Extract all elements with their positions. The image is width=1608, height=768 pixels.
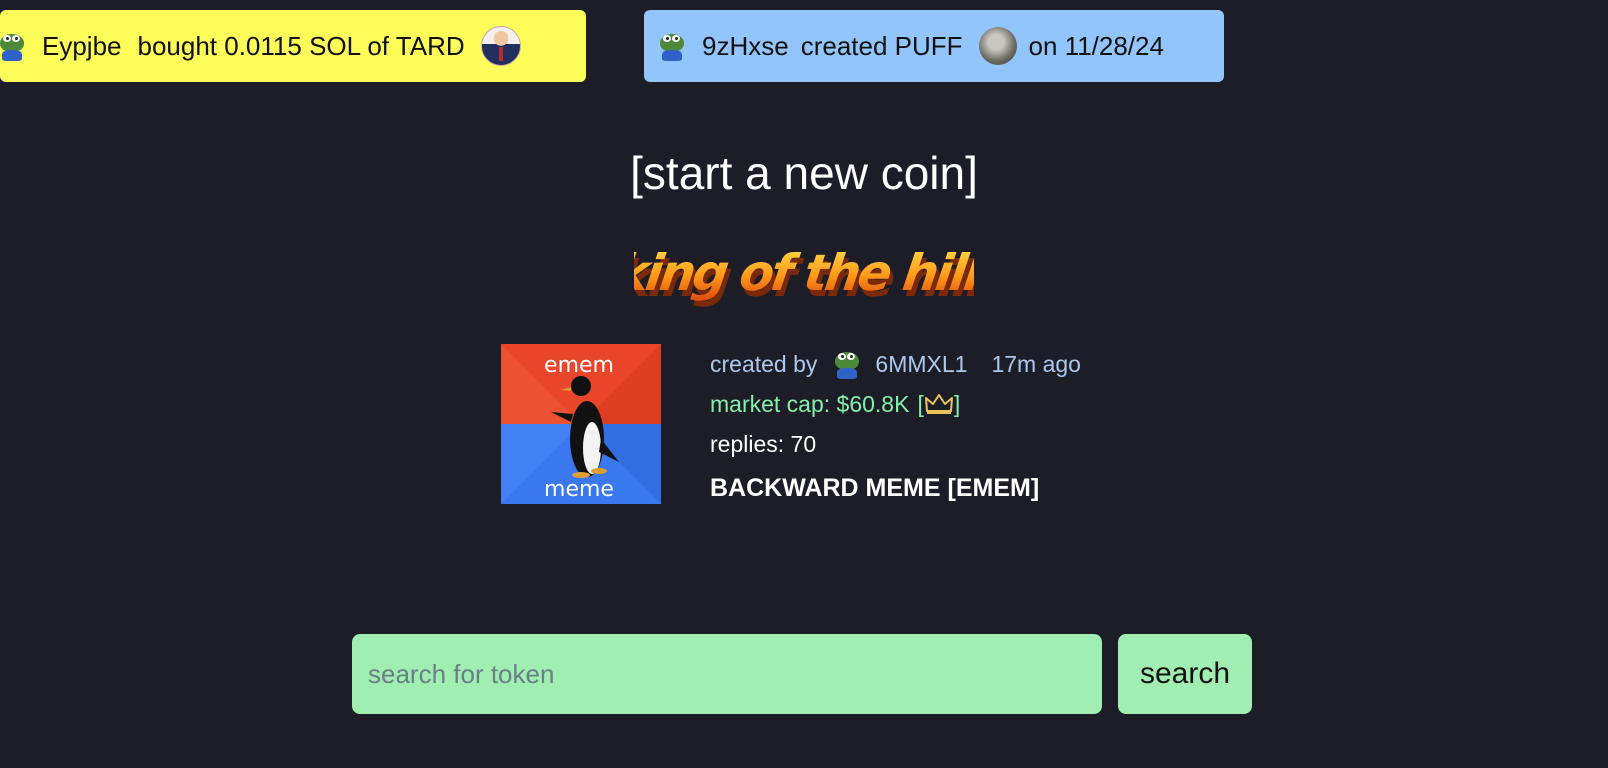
create-date: on 11/28/24	[1028, 30, 1164, 61]
featured-coin-info: created by 6MMXL1 17m ago market cap: $6…	[710, 344, 1081, 508]
king-of-the-hill-logo: king of the hill king of the hill	[612, 243, 990, 308]
frog-avatar-icon	[0, 31, 26, 61]
create-ticker[interactable]: 9zHxse created PUFF on 11/28/24	[644, 10, 1224, 82]
trade-ticker[interactable]: Eypjbe bought 0.0115 SOL of TARD	[0, 10, 586, 82]
frog-avatar-icon	[658, 31, 686, 61]
king-of-the-hill-banner: king of the hill king of the hill	[0, 238, 1608, 323]
crown-icon	[924, 394, 953, 414]
page: Eypjbe bought 0.0115 SOL of TARD 9zHxse …	[0, 0, 1608, 768]
created-by-label: created by	[710, 351, 818, 377]
trade-text: bought 0.0115 SOL of TARD	[137, 30, 465, 61]
start-new-coin-link[interactable]: [start a new coin]	[0, 146, 1608, 200]
market-cap: market cap: $60.8K	[710, 391, 910, 417]
frog-avatar-icon	[833, 349, 861, 379]
created-by-row: created by 6MMXL1 17m ago	[710, 344, 1081, 384]
creator-link[interactable]: 6MMXL1	[875, 344, 967, 384]
search-button[interactable]: search	[1118, 634, 1252, 714]
replies-count: replies: 70	[710, 431, 817, 457]
create-user[interactable]: 9zHxse	[702, 31, 789, 62]
token-avatar-icon	[480, 26, 521, 66]
create-text: created PUFF	[800, 30, 963, 61]
search-input[interactable]	[352, 634, 1102, 714]
image-top-text: emem	[544, 353, 614, 378]
trade-user[interactable]: Eypjbe	[42, 31, 122, 62]
market-cap-row: market cap: $60.8K [ ]	[710, 384, 1081, 424]
crown-bracket-close: ]	[953, 391, 961, 417]
image-bottom-text: meme	[544, 477, 614, 502]
coin-name[interactable]: BACKWARD MEME [EMEM]	[710, 468, 1081, 508]
koth-text: king of the hill	[634, 243, 974, 302]
featured-coin-image[interactable]: emem meme	[501, 344, 661, 504]
coin-age: 17m ago	[991, 351, 1081, 377]
token-avatar-icon	[978, 27, 1017, 65]
